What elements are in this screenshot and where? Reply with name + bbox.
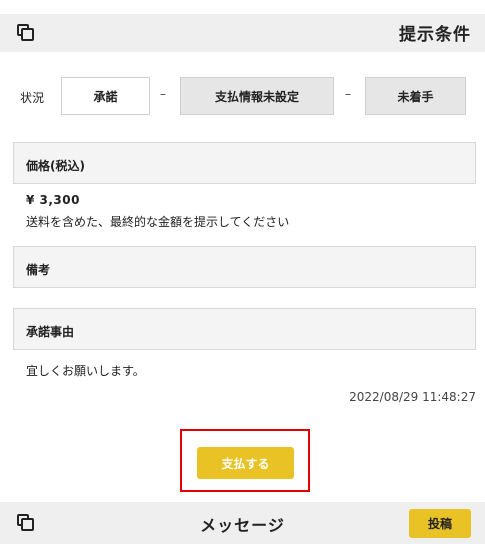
copy-icon[interactable]: [17, 24, 35, 42]
post-button[interactable]: 投稿: [409, 509, 471, 538]
price-heading: 価格(税込): [13, 142, 476, 184]
remarks-heading: 備考: [13, 246, 476, 288]
price-value: ¥ 3,300: [26, 193, 80, 207]
reason-text: 宜しくお願いします。: [26, 364, 145, 378]
step-accepted: 承諾: [61, 77, 150, 115]
timestamp: 2022/08/29 11:48:27: [349, 390, 476, 404]
message-bar: メッセージ 投稿: [0, 502, 485, 544]
header-bar: 提示条件: [0, 14, 485, 52]
reason-heading: 承諾事由: [13, 308, 476, 350]
step-payment-info-unset: 支払情報未設定: [180, 77, 334, 115]
pay-button[interactable]: 支払する: [197, 447, 294, 479]
page-title: 提示条件: [399, 25, 471, 45]
price-note: 送料を含めた、最終的な金額を提示してください: [26, 215, 290, 229]
step-not-started: 未着手: [365, 77, 466, 115]
step-separator: –: [345, 87, 351, 101]
status-label: 状況: [20, 91, 45, 105]
step-separator: –: [160, 87, 166, 101]
